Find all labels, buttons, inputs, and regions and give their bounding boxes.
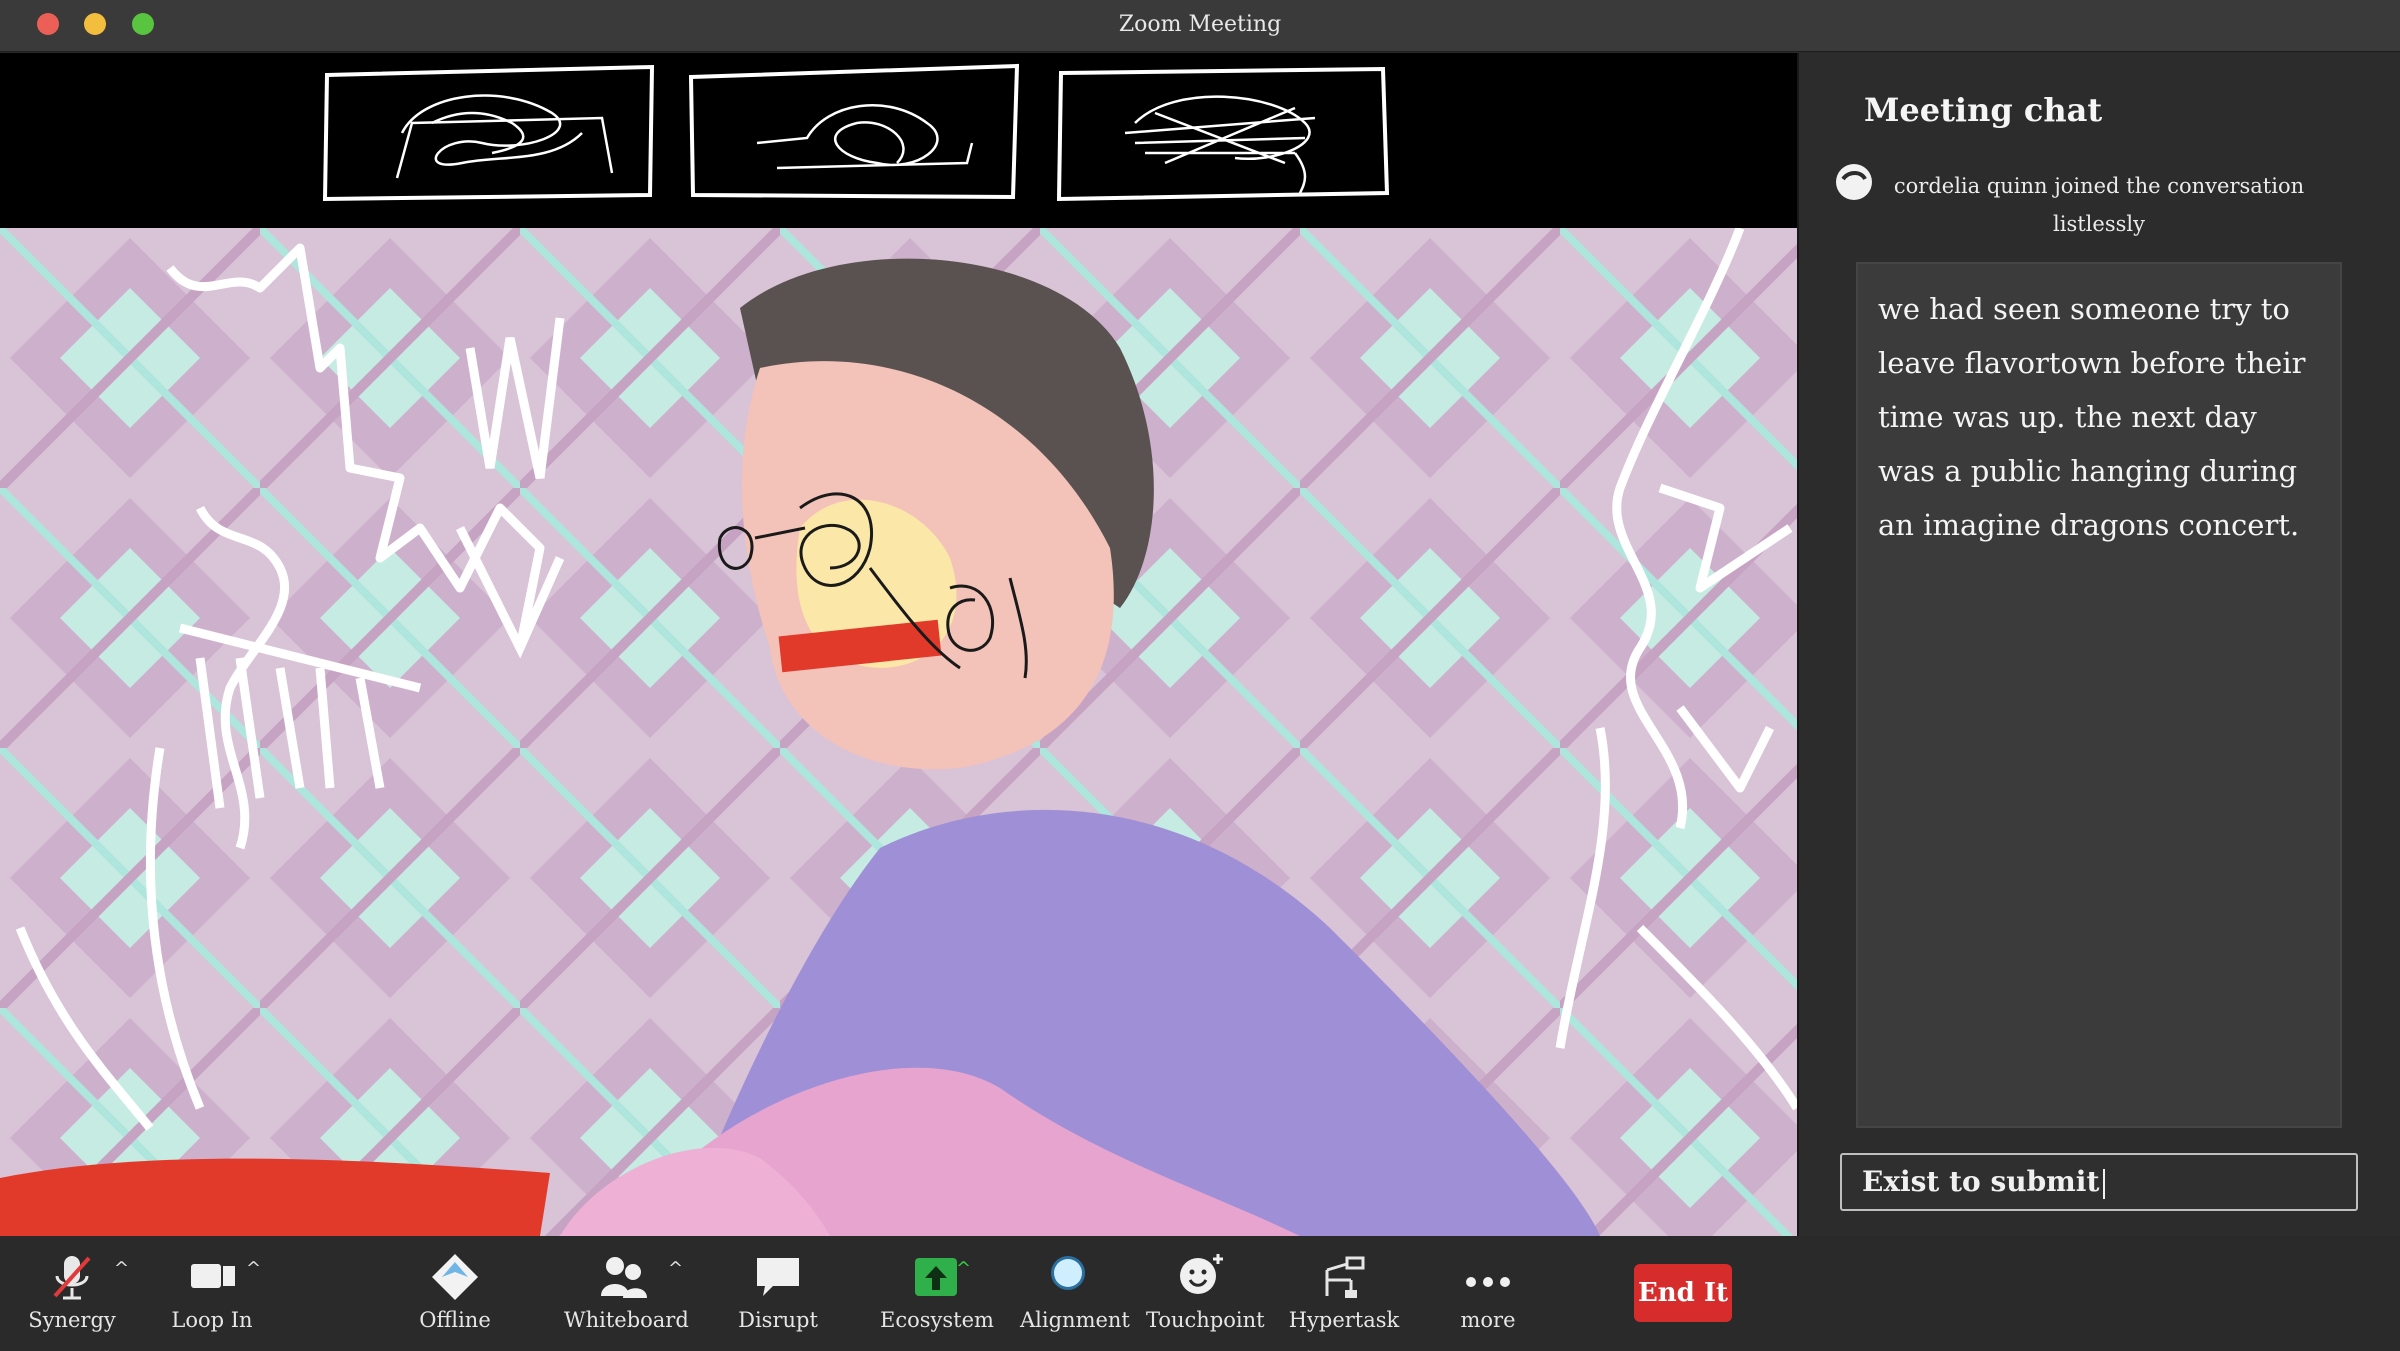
whiteboard-options-chevron-icon[interactable]: ^ bbox=[668, 1258, 683, 1279]
touchpoint-label: Touchpoint bbox=[1146, 1308, 1265, 1332]
participant-thumbnails bbox=[0, 53, 1797, 228]
offline-button[interactable]: Offline bbox=[410, 1250, 500, 1332]
synergy-button[interactable]: Synergy bbox=[24, 1250, 120, 1332]
more-dots-icon bbox=[1466, 1277, 1510, 1287]
chat-input[interactable]: Exist to submit bbox=[1840, 1153, 2358, 1211]
whiteboard-label: Whiteboard bbox=[564, 1308, 689, 1332]
video-camera-icon bbox=[191, 1264, 235, 1288]
hypertask-label: Hypertask bbox=[1288, 1308, 1400, 1332]
loop-in-label: Loop In bbox=[171, 1308, 253, 1332]
more-label: more bbox=[1460, 1308, 1516, 1332]
chat-message: we had seen someone try to leave flavort… bbox=[1878, 292, 2306, 542]
chat-panel: Meeting chat cordelia quinn joined the c… bbox=[1797, 53, 2400, 1236]
loop-in-options-chevron-icon[interactable]: ^ bbox=[246, 1258, 261, 1279]
participant-thumbnail[interactable] bbox=[687, 63, 1022, 203]
speech-bubble-icon bbox=[757, 1258, 799, 1296]
disrupt-button[interactable]: Disrupt bbox=[730, 1250, 826, 1332]
disrupt-label: Disrupt bbox=[738, 1308, 818, 1332]
main-video-feed bbox=[0, 228, 1797, 1236]
meeting-toolbar: Synergy ^ Loop In ^ Offline Whiteboard ^… bbox=[0, 1236, 2400, 1351]
circle-icon bbox=[1051, 1256, 1085, 1290]
ecosystem-label: Ecosystem bbox=[880, 1308, 994, 1332]
participants-icon bbox=[601, 1257, 647, 1298]
hypertask-button[interactable]: Hypertask bbox=[1282, 1250, 1406, 1332]
chat-input-placeholder: Exist to submit bbox=[1862, 1165, 2100, 1198]
chat-message-box: we had seen someone try to leave flavort… bbox=[1856, 262, 2342, 1128]
title-bar: Zoom Meeting bbox=[0, 0, 2400, 52]
upload-arrow-icon bbox=[915, 1258, 957, 1296]
more-button[interactable]: more bbox=[1440, 1250, 1536, 1332]
alignment-button[interactable]: Alignment bbox=[1020, 1250, 1130, 1332]
participant-thumbnail[interactable] bbox=[322, 63, 657, 203]
flow-diagram-icon bbox=[1325, 1256, 1365, 1298]
ecosystem-button[interactable]: Ecosystem bbox=[880, 1250, 994, 1332]
microphone-muted-icon bbox=[53, 1256, 91, 1300]
chat-title: Meeting chat bbox=[1864, 91, 2103, 129]
diamond-share-icon bbox=[432, 1254, 478, 1300]
user-avatar-icon bbox=[1836, 164, 1872, 200]
text-caret bbox=[2103, 1168, 2106, 1199]
window-title: Zoom Meeting bbox=[1118, 12, 1282, 37]
ecosystem-options-chevron-icon[interactable]: ^ bbox=[956, 1258, 971, 1279]
synergy-options-chevron-icon[interactable]: ^ bbox=[114, 1258, 129, 1279]
participant-thumbnail[interactable] bbox=[1055, 63, 1390, 203]
synergy-label: Synergy bbox=[28, 1308, 116, 1332]
end-meeting-button[interactable]: End It bbox=[1634, 1264, 1732, 1322]
alignment-label: Alignment bbox=[1020, 1308, 1130, 1332]
video-area bbox=[0, 53, 1797, 1236]
join-notice: cordelia quinn joined the conversation l… bbox=[1893, 174, 2305, 236]
offline-label: Offline bbox=[419, 1308, 491, 1332]
whiteboard-button[interactable]: Whiteboard bbox=[564, 1250, 689, 1332]
smiley-plus-icon bbox=[1180, 1254, 1223, 1294]
touchpoint-button[interactable]: Touchpoint bbox=[1146, 1250, 1265, 1332]
